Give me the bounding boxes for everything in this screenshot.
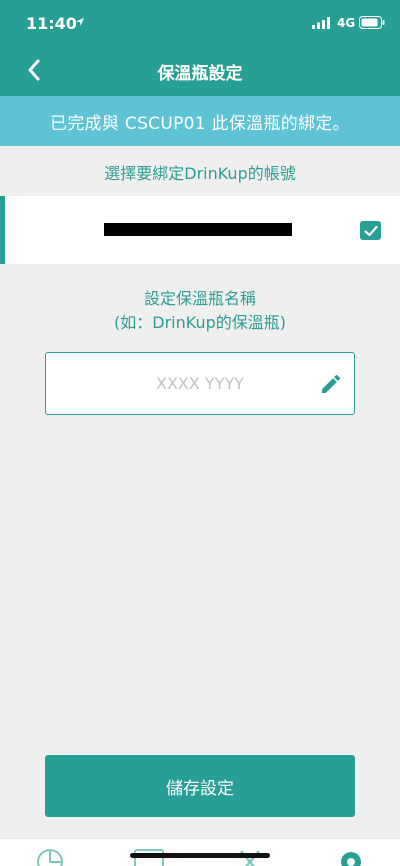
save-settings-button[interactable]: 儲存設定 xyxy=(45,755,355,817)
status-bar: 11:40 4G xyxy=(0,0,400,44)
location-arrow-icon xyxy=(76,18,84,26)
settings-gear-tab-icon[interactable] xyxy=(336,847,366,866)
status-time: 11:40 xyxy=(26,14,77,33)
account-name-redacted: redacted account xyxy=(104,223,292,236)
account-row[interactable]: redacted account xyxy=(0,196,400,264)
binding-complete-banner: 已完成與 CSCUP01 此保溫瓶的綁定。 xyxy=(0,96,400,146)
edit-name-button[interactable] xyxy=(316,369,346,399)
network-type: 4G xyxy=(337,16,356,30)
app-header: 11:40 4G 保溫瓶設定 xyxy=(0,0,400,96)
account-checkbox[interactable] xyxy=(360,221,381,240)
pie-chart-tab-icon[interactable] xyxy=(35,847,65,866)
bottle-name-field xyxy=(45,352,355,415)
battery-icon xyxy=(359,16,385,29)
navigation-bar: 保溫瓶設定 xyxy=(0,44,400,96)
bottom-tab-bar xyxy=(0,838,400,866)
page-title: 保溫瓶設定 xyxy=(157,64,243,84)
home-indicator xyxy=(130,853,270,858)
checkmark-icon xyxy=(363,225,378,236)
selected-accent-bar xyxy=(0,196,5,264)
bottle-name-input[interactable] xyxy=(47,354,305,413)
pencil-icon xyxy=(322,374,341,393)
signal-icon xyxy=(312,17,330,29)
bottle-name-label-line1: 設定保溫瓶名稱 xyxy=(143,289,256,308)
bottle-name-label: 設定保溫瓶名稱 (如：DrinKup的保溫瓶) xyxy=(0,287,400,335)
account-section-label: 選擇要綁定DrinKup的帳號 xyxy=(104,164,296,183)
bottle-name-label-line2: (如：DrinKup的保溫瓶) xyxy=(114,313,286,332)
